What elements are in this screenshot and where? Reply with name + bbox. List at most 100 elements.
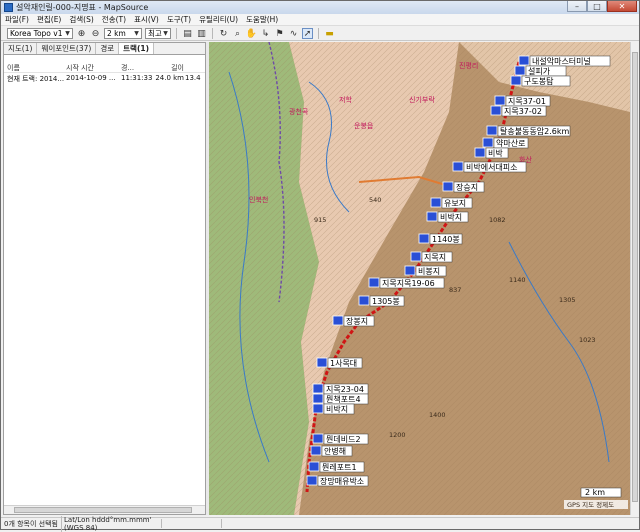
peak-label: 540 (369, 196, 381, 204)
waypoint-marker[interactable]: 구도봉탐 (510, 75, 571, 87)
col-name[interactable]: 이름 (4, 63, 66, 72)
waypoint-marker[interactable]: 지목37-02 (490, 105, 547, 117)
waypoint-marker[interactable]: 비박 (474, 147, 509, 159)
scroll-thumb[interactable] (14, 507, 192, 513)
peak-label: 1400 (429, 411, 446, 419)
toolbar-separator (212, 28, 213, 39)
menu-tools[interactable]: 도구(T) (163, 14, 195, 25)
waypoint-label: 지목지 (424, 253, 446, 262)
device-receive-icon[interactable]: ▤ (182, 28, 193, 39)
chevron-down-icon: ▼ (65, 30, 70, 37)
toolbar-separator (176, 28, 177, 39)
rotate-icon[interactable]: ↻ (218, 28, 229, 39)
track-name: 현재 트랙: 2014... (7, 75, 65, 83)
waypoint-marker[interactable]: 1사목대 (316, 357, 363, 369)
detail-value: 최고 (148, 29, 162, 38)
map-view[interactable]: 광천곡 운봉읍 진평리 신기부락 저학 화산 인북천 1082 915 540 … (209, 42, 630, 515)
menu-search[interactable]: 검색(S) (65, 14, 97, 25)
waypoint-label: 장망매유박소 (320, 476, 364, 486)
map-product-select[interactable]: Korea Topo v1 ▼ (7, 28, 73, 39)
waypoint-flag-icon[interactable]: ⚑ (274, 28, 285, 39)
waypoint-marker[interactable]: 장승지 (442, 181, 485, 193)
zoom-in-icon[interactable]: ⊕ (76, 28, 87, 39)
waypoint-label: 지목37-02 (504, 107, 542, 116)
application-window: 설악재인릴-000-지명표 - MapSource – □ ✕ 파일(F) 편집… (0, 0, 640, 532)
window-title: 설악재인릴-000-지명표 - MapSource (16, 3, 149, 12)
place-label: 저학 (339, 95, 352, 104)
waypoint-marker[interactable]: 1140봉 (418, 233, 463, 245)
menu-help[interactable]: 도움말(H) (242, 14, 282, 25)
waypoint-marker[interactable]: 장망매유박소 (306, 475, 369, 487)
toolbar: Korea Topo v1 ▼ ⊕ ⊖ 2 km ▼ 최고 ▼ ▤ ▥ ↻ ⌕ … (1, 27, 639, 41)
maximize-button[interactable]: □ (587, 1, 607, 12)
col-extra[interactable] (185, 63, 201, 72)
peak-label: 915 (314, 216, 326, 224)
map-canvas[interactable]: 광천곡 운봉읍 진평리 신기부락 저학 화산 인북천 1082 915 540 … (209, 42, 630, 515)
title-bar[interactable]: 설악재인릴-000-지명표 - MapSource – □ ✕ (1, 1, 639, 14)
waypoint-marker[interactable]: 지목23-04 (312, 383, 369, 395)
col-start-time[interactable]: 시작 시간 (66, 63, 121, 72)
waypoint-marker[interactable]: 비박에서대피소 (452, 161, 527, 173)
waypoint-marker[interactable]: 탈송불동동암2.6km (486, 125, 571, 137)
track-tool-icon[interactable]: ∿ (288, 28, 299, 39)
menu-edit[interactable]: 편집(E) (33, 14, 65, 25)
tab-waypoints[interactable]: 웨이포인트(37) (37, 43, 97, 54)
waypoint-marker[interactable]: 내설악마스터미널 (518, 55, 611, 67)
device-send-icon[interactable]: ▥ (196, 28, 207, 39)
peak-label: 1305 (559, 296, 576, 304)
menu-bar: 파일(F) 편집(E) 검색(S) 전송(T) 표시(V) 도구(T) 유틸리티… (1, 14, 639, 26)
select-arrow-icon[interactable]: ➚ (302, 28, 313, 39)
waypoint-marker[interactable]: 뭔레포트1 (308, 461, 365, 473)
track-elapsed: 11:31:33 (121, 74, 153, 82)
tab-tracks[interactable]: 트랙(1) (119, 43, 155, 54)
waypoint-marker[interactable]: 비박지 (426, 211, 469, 223)
peak-label: 1023 (579, 336, 596, 344)
waypoint-marker[interactable]: 비봉지 (404, 265, 447, 277)
waypoint-marker[interactable]: 뭔데비드2 (312, 433, 369, 445)
waypoint-marker[interactable]: 지목37-01 (494, 95, 551, 107)
route-tool-icon[interactable]: ↳ (260, 28, 271, 39)
hand-tool-icon[interactable]: ✋ (246, 28, 257, 39)
status-bar: 0개 항목이 선택됨 Lat/Lon hddd°mm.mmm' (WGS 84) (1, 515, 639, 532)
detail-select[interactable]: 최고 ▼ (145, 28, 171, 39)
waypoint-label: 장봉지 (346, 316, 368, 326)
col-length[interactable]: 길이 (155, 63, 185, 72)
attribution-text: GPS 지도 정제도 (567, 500, 614, 509)
measure-icon[interactable]: ▬ (324, 28, 335, 39)
col-elapsed[interactable]: 경... (121, 63, 155, 72)
waypoint-marker[interactable]: 유보지 (430, 197, 473, 209)
minimize-button[interactable]: – (567, 1, 587, 12)
menu-file[interactable]: 파일(F) (1, 14, 33, 25)
peak-label: 1082 (489, 216, 506, 224)
zoom-tool-icon[interactable]: ⌕ (232, 28, 243, 39)
peak-label: 837 (449, 286, 461, 294)
tab-maps[interactable]: 지도(1) (4, 43, 38, 54)
waypoint-marker[interactable]: 지목지 (410, 251, 453, 263)
waypoint-marker[interactable]: 설피가 (514, 65, 567, 77)
waypoint-marker[interactable]: 장봉지 (332, 315, 375, 327)
table-row[interactable]: 현재 트랙: 2014... 2014-10-09 ... 11:31:33 2… (4, 74, 205, 84)
waypoint-marker[interactable]: 비박지 (312, 403, 355, 415)
waypoint-marker[interactable]: 안병해 (310, 445, 353, 457)
toolbar-separator (318, 28, 319, 39)
waypoint-marker[interactable]: 지목지목19-06 (368, 277, 445, 289)
data-pane: 지도(1) 웨이포인트(37) 경로 트랙(1) 이름 시작 시간 경... 길… (3, 42, 206, 515)
status-panel (161, 519, 221, 528)
vertical-scrollbar[interactable] (630, 42, 639, 515)
close-button[interactable]: ✕ (607, 1, 637, 12)
waypoint-marker[interactable]: 1305봉 (358, 295, 405, 307)
scale-select[interactable]: 2 km ▼ (104, 28, 142, 39)
menu-transfer[interactable]: 전송(T) (98, 14, 130, 25)
waypoint-marker[interactable]: 약마산로 (482, 137, 529, 149)
map-attribution: GPS 지도 정제도 (564, 500, 628, 509)
horizontal-scrollbar[interactable] (4, 505, 205, 514)
menu-view[interactable]: 표시(V) (130, 14, 163, 25)
zoom-out-icon[interactable]: ⊖ (90, 28, 101, 39)
waypoint-label: 장승지 (456, 182, 478, 192)
tab-routes[interactable]: 경로 (96, 43, 120, 54)
scroll-thumb[interactable] (632, 52, 638, 502)
waypoint-label: 1305봉 (372, 297, 400, 306)
menu-utilities[interactable]: 유틸리티(U) (195, 14, 242, 25)
waypoint-label: 유보지 (444, 199, 466, 208)
waypoint-marker[interactable]: 뭔책포트4 (312, 393, 369, 405)
